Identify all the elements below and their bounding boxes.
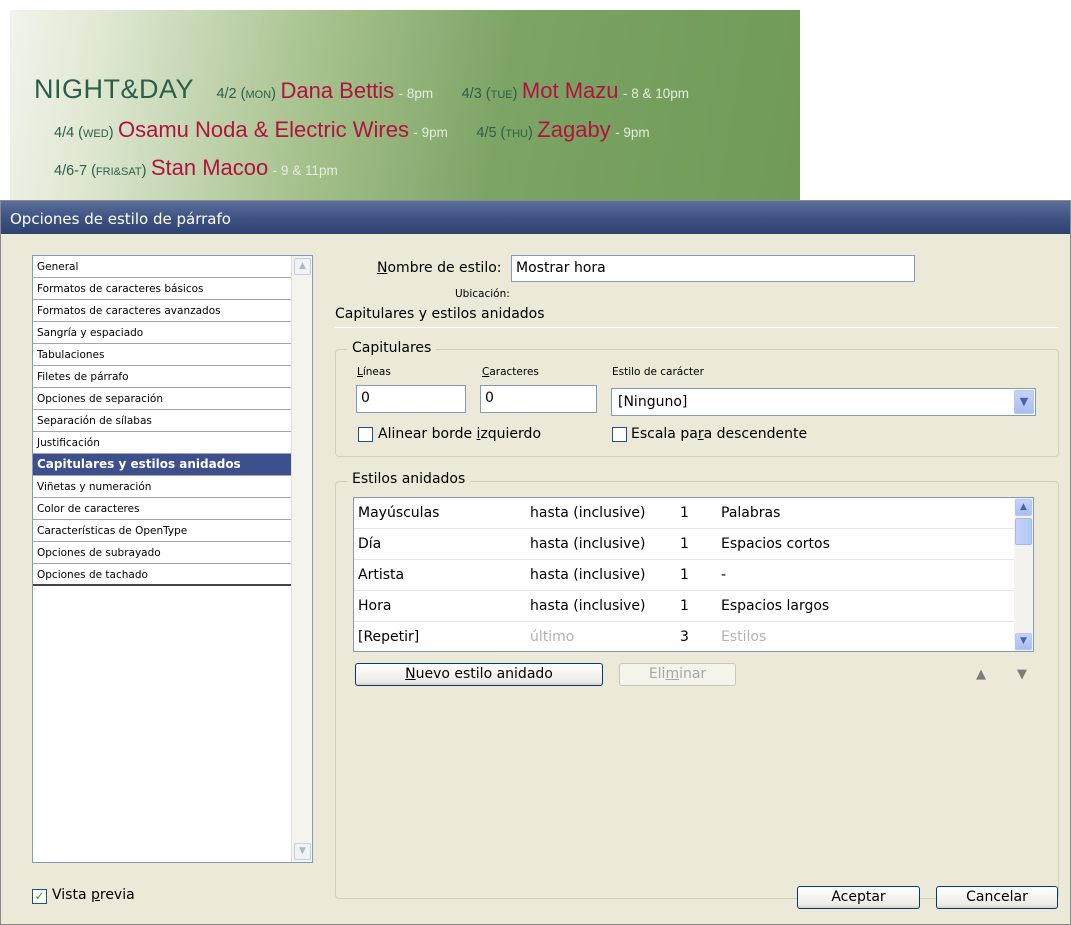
- nested-styles-legend: Estilos anidados: [347, 471, 471, 487]
- ok-button[interactable]: Aceptar: [797, 886, 920, 909]
- event-banner: NIGHT&DAY 4/2 (Mon) Dana Bettis - 8pm 4/…: [10, 10, 800, 200]
- nested-style-unit: Estilos: [721, 629, 767, 645]
- chevron-down-icon[interactable]: ▼: [1014, 390, 1034, 414]
- category-item-justification[interactable]: Justificación: [33, 432, 291, 454]
- scale-descenders-checkbox[interactable]: [612, 427, 627, 442]
- event-artist: Osamu Noda & Electric Wires: [117, 117, 409, 142]
- event-artist: Stan Macoo: [150, 155, 269, 180]
- nested-style-unit: Espacios cortos: [721, 536, 830, 552]
- category-item-underline-options[interactable]: Opciones de subrayado: [33, 542, 291, 564]
- category-list-scrollbar[interactable]: ▲ ▼: [291, 256, 312, 862]
- nested-style-unit: Palabras: [721, 505, 781, 521]
- nested-style-name: [Repetir]: [358, 629, 420, 645]
- banner-title: NIGHT&DAY: [34, 74, 195, 104]
- event-artist: Dana Bettis: [280, 78, 395, 103]
- event-time: - 9 & 11pm: [272, 163, 338, 178]
- character-style-label: Estilo de carácter: [612, 366, 704, 378]
- drop-caps-legend: Capitulares: [347, 340, 437, 356]
- section-divider: [335, 327, 1059, 328]
- delete-button[interactable]: Eliminar: [619, 663, 736, 686]
- nested-style-name: Hora: [358, 598, 392, 614]
- event-time: - 8 & 10pm: [622, 86, 689, 101]
- nested-style-name: Artista: [358, 567, 405, 583]
- nested-style-name: Mayúsculas: [358, 505, 440, 521]
- category-item-indents-spacing[interactable]: Sangría y espaciado: [33, 322, 291, 344]
- category-item-paragraph-rules[interactable]: Filetes de párrafo: [33, 366, 291, 388]
- dialog-title-bar[interactable]: Opciones de estilo de párrafo: [1, 201, 1070, 234]
- align-left-edge-checkbox[interactable]: [358, 427, 373, 442]
- table-row[interactable]: Hora hasta (inclusive) 1 Espacios largos: [354, 591, 1015, 622]
- category-item-character-color[interactable]: Color de caracteres: [33, 498, 291, 520]
- banner-line-1: NIGHT&DAY 4/2 (Mon) Dana Bettis - 8pm 4/…: [34, 74, 713, 105]
- event-artist: Mot Mazu: [521, 78, 619, 103]
- event-time: - 8pm: [398, 86, 434, 101]
- dialog-title: Opciones de estilo de párrafo: [10, 210, 231, 228]
- table-row[interactable]: Artista hasta (inclusive) 1 -: [354, 560, 1015, 591]
- section-title: Capitulares y estilos anidados: [335, 306, 545, 322]
- event-time: - 9pm: [615, 125, 650, 140]
- scroll-up-icon[interactable]: ▲: [1015, 499, 1032, 516]
- preview-checkbox[interactable]: ✓: [32, 889, 47, 904]
- characters-label: Caracteres: [482, 366, 539, 378]
- cancel-button[interactable]: Cancelar: [936, 886, 1058, 909]
- nested-style-through: último: [530, 629, 575, 645]
- character-style-value: [Ninguno]: [618, 394, 688, 410]
- nested-style-through: hasta (inclusive): [530, 536, 646, 552]
- character-style-dropdown[interactable]: [Ninguno] ▼: [611, 388, 1036, 416]
- nested-style-name: Día: [358, 536, 382, 552]
- event-time: - 9pm: [413, 125, 448, 140]
- scale-descenders-label: Escala para descendente: [631, 426, 808, 442]
- event-date: 4/3 (Tue): [461, 86, 518, 102]
- nested-styles-table[interactable]: Mayúsculas hasta (inclusive) 1 Palabras …: [353, 497, 1034, 652]
- nested-style-unit: -: [721, 567, 727, 583]
- drop-cap-lines-input[interactable]: 0: [356, 385, 466, 413]
- category-item-hyphenation[interactable]: Separación de sílabas: [33, 410, 291, 432]
- lines-label: Líneas: [357, 366, 391, 378]
- event-artist: Zagaby: [537, 117, 611, 142]
- nested-style-through: hasta (inclusive): [530, 598, 646, 614]
- location-label: Ubicación:: [455, 288, 510, 300]
- category-item-strikethrough-options[interactable]: Opciones de tachado: [33, 564, 291, 586]
- nested-style-count: 1: [680, 536, 689, 552]
- scrollbar-thumb[interactable]: [1015, 518, 1032, 545]
- category-list[interactable]: General Formatos de caracteres básicos F…: [32, 255, 313, 863]
- scroll-down-icon[interactable]: ▼: [294, 843, 311, 860]
- event-date: 4/6-7 (Fri&Sat): [54, 163, 147, 179]
- preview-label: Vista previa: [52, 887, 135, 903]
- banner-line-3: 4/6-7 (Fri&Sat) Stan Macoo - 9 & 11pm: [54, 155, 362, 181]
- category-item-bullets-numbering[interactable]: Viñetas y numeración: [33, 476, 291, 498]
- event-date: 4/4 (Wed): [54, 125, 114, 141]
- category-item-keep-options[interactable]: Opciones de separación: [33, 388, 291, 410]
- style-name-input[interactable]: Mostrar hora: [511, 255, 915, 282]
- new-nested-style-button[interactable]: Nuevo estilo anidado: [355, 663, 603, 686]
- table-row[interactable]: Día hasta (inclusive) 1 Espacios cortos: [354, 529, 1015, 560]
- table-row[interactable]: Mayúsculas hasta (inclusive) 1 Palabras: [354, 498, 1015, 529]
- category-item-general[interactable]: General: [33, 256, 291, 278]
- nested-style-count: 1: [680, 567, 689, 583]
- nested-style-count: 3: [680, 629, 689, 645]
- style-name-label: Nombre de estilo:: [377, 260, 502, 276]
- nested-style-through: hasta (inclusive): [530, 567, 646, 583]
- table-row[interactable]: [Repetir] último 3 Estilos: [354, 622, 1015, 651]
- nested-style-count: 1: [680, 598, 689, 614]
- banner-line-2: 4/4 (Wed) Osamu Noda & Electric Wires - …: [54, 117, 674, 143]
- nested-style-count: 1: [680, 505, 689, 521]
- category-item-drop-caps-nested[interactable]: Capitulares y estilos anidados: [33, 454, 291, 476]
- align-left-edge-label: Alinear borde izquierdo: [378, 426, 542, 442]
- drop-cap-characters-input[interactable]: 0: [480, 385, 597, 413]
- category-item-advanced-char-formats[interactable]: Formatos de caracteres avanzados: [33, 300, 291, 322]
- paragraph-style-options-dialog: Opciones de estilo de párrafo General Fo…: [0, 200, 1071, 925]
- nested-table-scrollbar[interactable]: ▲ ▼: [1014, 498, 1033, 651]
- scroll-up-icon[interactable]: ▲: [294, 258, 311, 275]
- scroll-down-icon[interactable]: ▼: [1015, 633, 1032, 650]
- category-item-tabs[interactable]: Tabulaciones: [33, 344, 291, 366]
- nested-style-unit: Espacios largos: [721, 598, 830, 614]
- move-up-icon[interactable]: ▲: [976, 667, 986, 682]
- event-date: 4/2 (Mon): [216, 86, 276, 102]
- category-item-opentype-features[interactable]: Características de OpenType: [33, 520, 291, 542]
- category-item-basic-char-formats[interactable]: Formatos de caracteres básicos: [33, 278, 291, 300]
- event-date: 4/5 (Thu): [476, 125, 533, 141]
- nested-style-through: hasta (inclusive): [530, 505, 646, 521]
- move-down-icon[interactable]: ▼: [1017, 667, 1027, 682]
